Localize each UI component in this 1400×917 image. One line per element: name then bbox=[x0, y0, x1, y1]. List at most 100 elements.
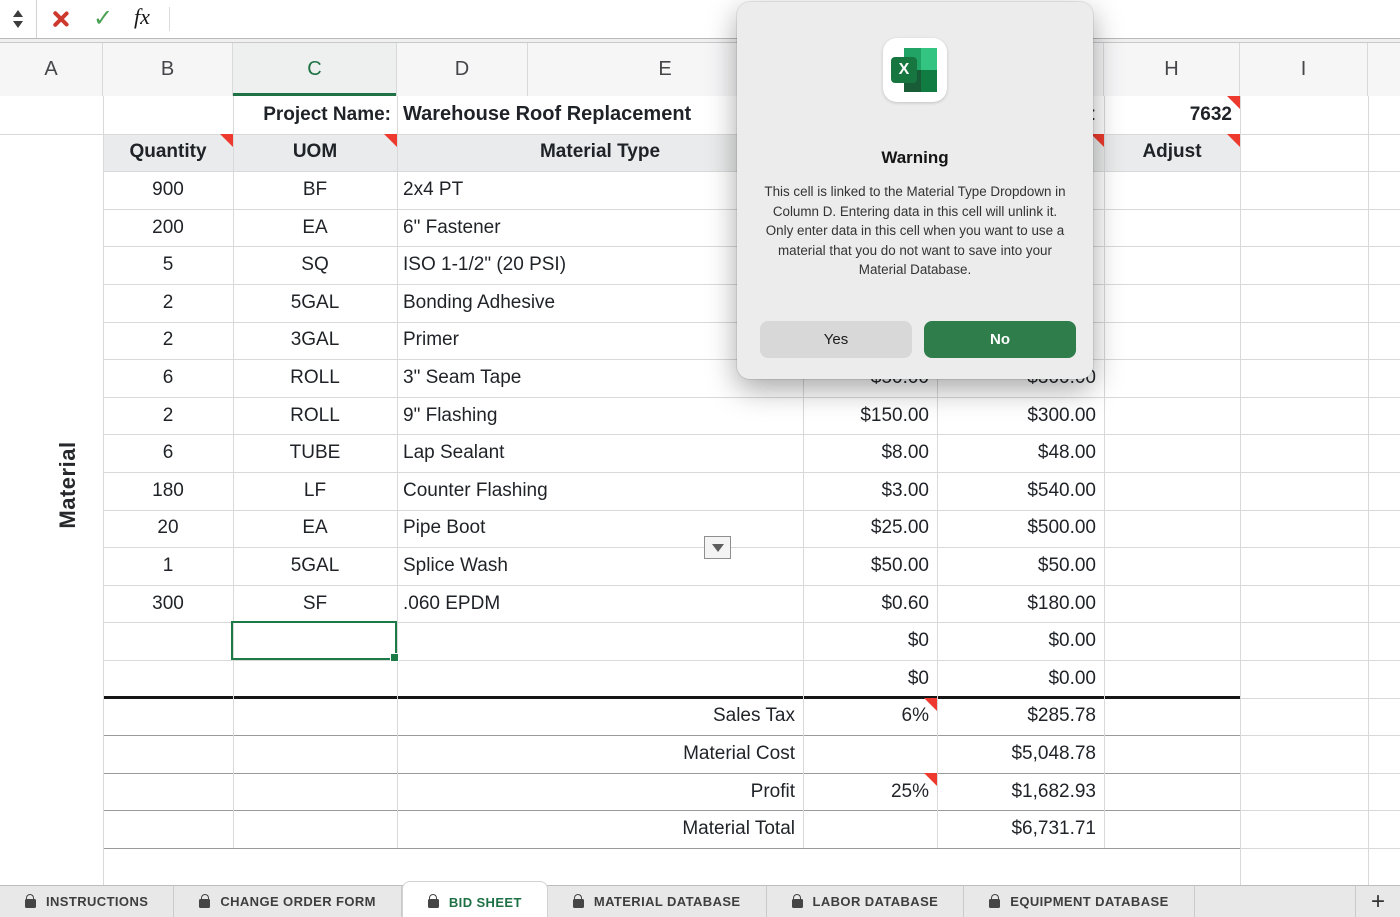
material-cell[interactable]: 9" Flashing bbox=[397, 397, 803, 435]
summary-pct-cell[interactable] bbox=[803, 810, 937, 848]
summary-pct-cell[interactable]: 25% bbox=[803, 773, 937, 811]
qty-cell[interactable]: 20 bbox=[103, 510, 233, 548]
excel-window: ✓ fx ABCDEHI Project Name:Warehouse Roof… bbox=[0, 0, 1400, 917]
material-cell[interactable]: .060 EPDM bbox=[397, 585, 803, 623]
comment-flag-h2 bbox=[1227, 134, 1240, 147]
unit-price-cell[interactable]: $3.00 bbox=[803, 472, 937, 510]
bid-number-cell[interactable]: 7632 bbox=[1104, 96, 1240, 134]
excel-x-glyph: X bbox=[891, 57, 917, 83]
tab-label: MATERIAL DATABASE bbox=[594, 894, 741, 909]
formula-bar-divider bbox=[169, 7, 170, 31]
summary-amount-cell[interactable]: $1,682.93 bbox=[937, 773, 1104, 811]
selected-cell[interactable] bbox=[231, 621, 397, 660]
total-cell[interactable]: $0.00 bbox=[937, 622, 1104, 660]
unit-price-cell[interactable]: $0 bbox=[803, 660, 937, 698]
material-cell[interactable]: Lap Sealant bbox=[397, 434, 803, 472]
summary-amount-cell[interactable]: $5,048.78 bbox=[937, 735, 1104, 773]
tab-equipment-database[interactable]: EQUIPMENT DATABASE bbox=[964, 886, 1194, 917]
uom-cell[interactable]: 3GAL bbox=[233, 322, 397, 360]
summary-pct-cell[interactable]: 6% bbox=[803, 698, 937, 736]
qty-cell[interactable] bbox=[103, 622, 233, 660]
summary-amount-cell[interactable]: $285.78 bbox=[937, 698, 1104, 736]
uom-cell[interactable]: SF bbox=[233, 585, 397, 623]
yes-button[interactable]: Yes bbox=[760, 321, 912, 358]
material-dropdown-button[interactable] bbox=[704, 536, 731, 559]
qty-cell[interactable]: 6 bbox=[103, 434, 233, 472]
tab-labor-database[interactable]: LABOR DATABASE bbox=[767, 886, 965, 917]
uom-cell[interactable]: ROLL bbox=[233, 397, 397, 435]
header-uom-cell[interactable]: UOM bbox=[233, 134, 397, 172]
column-header-C[interactable]: C bbox=[233, 43, 397, 96]
summary-label-cell: Material Cost bbox=[397, 735, 803, 773]
qty-cell[interactable]: 2 bbox=[103, 322, 233, 360]
column-header-D[interactable]: D bbox=[397, 43, 528, 96]
unit-price-cell[interactable]: $25.00 bbox=[803, 510, 937, 548]
header-quantity-cell[interactable]: Quantity bbox=[103, 134, 233, 172]
total-cell[interactable]: $540.00 bbox=[937, 472, 1104, 510]
unit-price-cell[interactable]: $8.00 bbox=[803, 434, 937, 472]
summary-pct-cell[interactable] bbox=[803, 735, 937, 773]
qty-cell[interactable]: 2 bbox=[103, 284, 233, 322]
uom-cell[interactable]: 5GAL bbox=[233, 284, 397, 322]
unit-price-cell[interactable]: $0 bbox=[803, 622, 937, 660]
uom-cell[interactable]: LF bbox=[233, 472, 397, 510]
uom-cell[interactable] bbox=[233, 660, 397, 698]
qty-cell[interactable]: 200 bbox=[103, 209, 233, 247]
total-cell[interactable]: $300.00 bbox=[937, 397, 1104, 435]
uom-cell[interactable]: EA bbox=[233, 209, 397, 247]
gridline bbox=[1240, 773, 1400, 774]
qty-cell[interactable]: 300 bbox=[103, 585, 233, 623]
material-cell[interactable]: Pipe Boot bbox=[397, 510, 803, 548]
summary-amount-cell[interactable]: $6,731.71 bbox=[937, 810, 1104, 848]
spreadsheet-grid: Project Name:Warehouse Roof Replacement:… bbox=[0, 96, 1400, 885]
fx-icon[interactable]: fx bbox=[134, 4, 150, 30]
uom-cell[interactable]: ROLL bbox=[233, 359, 397, 397]
qty-cell[interactable]: 900 bbox=[103, 171, 233, 209]
tab-material-database[interactable]: MATERIAL DATABASE bbox=[548, 886, 767, 917]
qty-cell[interactable]: 180 bbox=[103, 472, 233, 510]
uom-cell[interactable]: BF bbox=[233, 171, 397, 209]
total-cell[interactable]: $0.00 bbox=[937, 660, 1104, 698]
summary-label-cell: Profit bbox=[397, 773, 803, 811]
column-header-A[interactable]: A bbox=[0, 43, 103, 96]
tab-label: LABOR DATABASE bbox=[813, 894, 939, 909]
unit-price-cell[interactable]: $50.00 bbox=[803, 547, 937, 585]
uom-cell[interactable]: TUBE bbox=[233, 434, 397, 472]
gridline bbox=[1240, 96, 1241, 885]
cancel-icon[interactable] bbox=[50, 9, 70, 29]
material-cell[interactable]: Counter Flashing bbox=[397, 472, 803, 510]
uom-cell[interactable]: EA bbox=[233, 510, 397, 548]
column-header-B[interactable]: B bbox=[103, 43, 233, 96]
material-cell[interactable] bbox=[397, 622, 803, 660]
no-button[interactable]: No bbox=[924, 321, 1076, 358]
material-cell[interactable]: Splice Wash bbox=[397, 547, 803, 585]
column-header-I[interactable]: I bbox=[1240, 43, 1368, 96]
material-cell[interactable] bbox=[397, 660, 803, 698]
header-adjust-cell[interactable]: Adjust bbox=[1104, 134, 1240, 172]
tab-bid-sheet[interactable]: BID SHEET bbox=[402, 881, 548, 917]
total-cell[interactable]: $50.00 bbox=[937, 547, 1104, 585]
tab-change-order-form[interactable]: CHANGE ORDER FORM bbox=[174, 886, 402, 917]
total-cell[interactable]: $500.00 bbox=[937, 510, 1104, 548]
comment-flag-f17 bbox=[924, 698, 937, 711]
uom-cell[interactable]: SQ bbox=[233, 246, 397, 284]
total-cell[interactable]: $180.00 bbox=[937, 585, 1104, 623]
unit-price-cell[interactable]: $0.60 bbox=[803, 585, 937, 623]
qty-cell[interactable] bbox=[103, 660, 233, 698]
column-header-j[interactable] bbox=[1368, 43, 1400, 96]
confirm-icon[interactable]: ✓ bbox=[90, 3, 116, 33]
total-cell[interactable]: $48.00 bbox=[937, 434, 1104, 472]
dialog-title: Warning bbox=[737, 148, 1093, 168]
name-box-stepper[interactable] bbox=[0, 0, 37, 38]
qty-cell[interactable]: 5 bbox=[103, 246, 233, 284]
fill-handle[interactable] bbox=[390, 653, 399, 662]
qty-cell[interactable]: 1 bbox=[103, 547, 233, 585]
dialog-buttons: Yes No bbox=[760, 321, 1076, 358]
qty-cell[interactable]: 6 bbox=[103, 359, 233, 397]
tab-instructions[interactable]: INSTRUCTIONS bbox=[0, 886, 174, 917]
column-header-H[interactable]: H bbox=[1104, 43, 1240, 96]
add-sheet-button[interactable]: + bbox=[1355, 886, 1400, 917]
unit-price-cell[interactable]: $150.00 bbox=[803, 397, 937, 435]
uom-cell[interactable]: 5GAL bbox=[233, 547, 397, 585]
qty-cell[interactable]: 2 bbox=[103, 397, 233, 435]
